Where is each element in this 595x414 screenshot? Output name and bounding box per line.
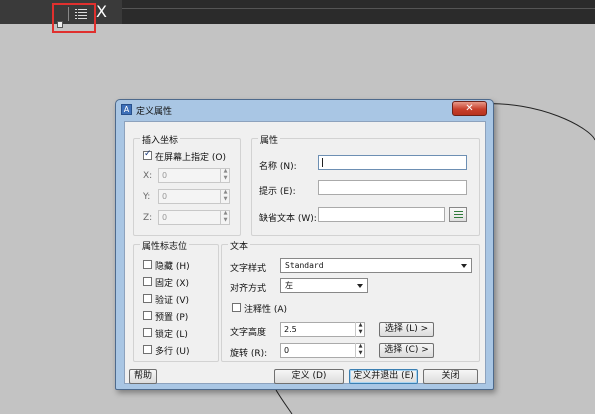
pick-rotation-button[interactable]: 选择 (C) > [379, 343, 434, 358]
attribute-legend: 属性 [258, 133, 281, 146]
on-screen-label: 在屏幕上指定 (O) [155, 153, 226, 163]
dialog-titlebar[interactable]: A 定义属性 ✕ [116, 100, 493, 120]
text-style-label: 文字样式 [230, 264, 267, 274]
prompt-label: 提示 (E): [259, 187, 296, 197]
chevron-down-icon [357, 284, 363, 288]
default-text-input[interactable] [318, 207, 445, 222]
mode-group: 属性标志位 隐藏 (H) 固定 (X) 验证 (V) 预置 (P) 锁定 (L)… [133, 239, 219, 362]
chevron-down-icon [461, 264, 467, 268]
name-input[interactable] [318, 155, 467, 170]
multiline-label: 多行 (U) [155, 347, 190, 357]
close-button[interactable]: 关闭 [423, 369, 478, 384]
text-height-spinner[interactable]: ▲ ▼ [355, 322, 365, 337]
hidden-label: 隐藏 (H) [155, 262, 190, 272]
constant-checkbox[interactable] [143, 277, 152, 286]
annotative-checkbox[interactable] [232, 303, 241, 312]
lock-position-label: 锁定 (L) [155, 330, 188, 340]
annotative-label: 注释性 (A) [244, 305, 288, 315]
help-button[interactable]: 帮助 [129, 369, 157, 384]
prompt-input[interactable] [318, 180, 467, 195]
justification-label: 对齐方式 [230, 284, 267, 294]
default-text-label: 缺省文本 (W): [259, 214, 317, 224]
text-height-label: 文字高度 [230, 328, 267, 338]
define-button[interactable]: 定义 (D) [274, 369, 344, 384]
define-and-exit-button[interactable]: 定义并退出 (E) [349, 369, 418, 384]
dialog-title: 定义属性 [136, 107, 173, 117]
name-label: 名称 (N): [259, 162, 297, 172]
text-settings-legend: 文本 [228, 239, 251, 252]
lock-position-checkbox[interactable] [143, 328, 152, 337]
preset-label: 预置 (P) [155, 313, 189, 323]
verify-checkbox[interactable] [143, 294, 152, 303]
verify-label: 验证 (V) [155, 296, 190, 306]
rotation-spinner[interactable]: ▲ ▼ [355, 343, 365, 358]
text-style-select[interactable]: Standard [280, 258, 472, 273]
justification-value: 左 [285, 281, 293, 290]
text-height-input[interactable]: 2.5 [280, 322, 365, 337]
x-spinner[interactable]: ▲ ▼ [220, 168, 230, 183]
preset-checkbox[interactable] [143, 311, 152, 320]
multiline-checkbox[interactable] [143, 345, 152, 354]
text-style-value: Standard [285, 261, 324, 270]
define-attribute-dialog: A 定义属性 ✕ 插入坐标 在屏幕上指定 (O) X: 0 ▲▼ Y: 0 ▲▼… [115, 99, 494, 390]
attribute-group: 属性 名称 (N): 提示 (E): 缺省文本 (W): [251, 133, 480, 236]
constant-label: 固定 (X) [155, 279, 190, 289]
text-caret [322, 158, 323, 167]
dialog-close-button[interactable]: ✕ [452, 101, 487, 116]
y-spinner[interactable]: ▲ ▼ [220, 189, 230, 204]
dialog-client-area: 插入坐标 在屏幕上指定 (O) X: 0 ▲▼ Y: 0 ▲▼ Z: 0 ▲▼ … [124, 121, 486, 384]
insert-point-group: 插入坐标 在屏幕上指定 (O) X: 0 ▲▼ Y: 0 ▲▼ Z: 0 ▲▼ [133, 133, 241, 236]
x-label: X: [143, 171, 153, 181]
insert-point-legend: 插入坐标 [140, 133, 181, 146]
app-icon: A [121, 104, 132, 115]
rotation-input[interactable]: 0 [280, 343, 365, 358]
pick-height-button[interactable]: 选择 (L) > [379, 322, 434, 337]
z-label: Z: [143, 213, 153, 223]
hidden-checkbox[interactable] [143, 260, 152, 269]
on-screen-checkbox[interactable] [143, 149, 152, 160]
insert-field-icon[interactable] [449, 207, 467, 222]
mode-legend: 属性标志位 [140, 239, 190, 252]
text-settings-group: 文本 文字样式 Standard 对齐方式 左 注释性 (A) 文字高度 2.5… [221, 239, 480, 362]
justification-select[interactable]: 左 [280, 278, 368, 293]
z-spinner[interactable]: ▲ ▼ [220, 210, 230, 225]
y-label: Y: [143, 192, 151, 202]
rotation-label: 旋转 (R): [230, 349, 268, 359]
